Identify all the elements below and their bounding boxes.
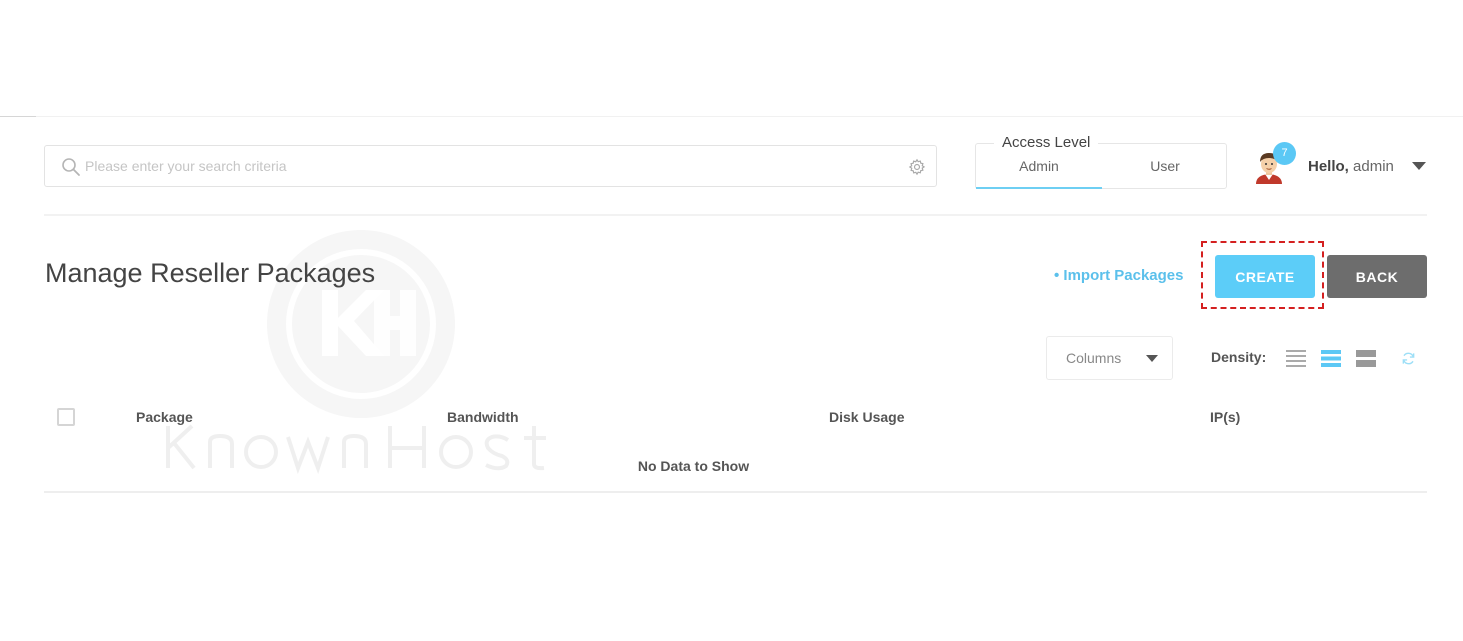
access-level-selected-indicator [976, 187, 1102, 189]
standard-density-icon[interactable] [1321, 349, 1341, 368]
access-level-switch: Access Level Admin User [975, 134, 1228, 189]
header-divider [44, 214, 1427, 216]
column-header-disk-usage[interactable]: Disk Usage [829, 409, 904, 425]
select-all-checkbox[interactable] [57, 408, 75, 426]
page-title: Manage Reseller Packages [45, 258, 376, 288]
column-header-package[interactable]: Package [136, 409, 193, 425]
access-level-admin[interactable]: Admin [976, 158, 1102, 174]
user-greeting[interactable]: Hello, admin [1308, 158, 1394, 175]
table-header: Package Bandwidth Disk Usage IP(s) [44, 400, 1427, 436]
top-divider [0, 116, 1463, 117]
search-bar [44, 145, 937, 187]
back-button[interactable]: BACK [1327, 255, 1427, 298]
empty-state-message: No Data to Show [637, 458, 750, 474]
import-packages-link[interactable]: • Import Packages [1054, 267, 1183, 284]
compact-density-icon[interactable] [1286, 349, 1306, 368]
import-packages-label: Import Packages [1063, 267, 1184, 284]
empty-state: No Data to Show [44, 458, 1427, 474]
table-bottom-divider [44, 491, 1427, 493]
greeting-label: Hello, [1308, 158, 1349, 175]
notification-badge[interactable]: 7 [1273, 142, 1296, 165]
caret-down-icon [1146, 355, 1158, 362]
search-icon[interactable] [61, 157, 81, 177]
gear-icon[interactable] [908, 158, 926, 176]
page: Access Level Admin User 7 Hello, admin [0, 0, 1463, 641]
column-header-ips[interactable]: IP(s) [1210, 409, 1240, 425]
access-level-legend: Access Level [994, 134, 1099, 152]
columns-dropdown[interactable]: Columns [1046, 336, 1173, 380]
user-name: admin [1353, 158, 1394, 175]
search-input[interactable] [85, 146, 885, 186]
density-label: Density: [1211, 349, 1267, 365]
refresh-icon[interactable] [1401, 351, 1416, 366]
comfortable-density-icon[interactable] [1356, 349, 1376, 368]
columns-label: Columns [1066, 350, 1122, 366]
column-header-bandwidth[interactable]: Bandwidth [447, 409, 519, 425]
access-level-user[interactable]: User [1102, 158, 1228, 174]
create-button[interactable]: CREATE [1215, 255, 1315, 298]
top-divider-accent [0, 116, 36, 117]
user-menu[interactable]: 7 Hello, admin [1252, 142, 1432, 188]
chevron-down-icon[interactable] [1412, 162, 1426, 170]
